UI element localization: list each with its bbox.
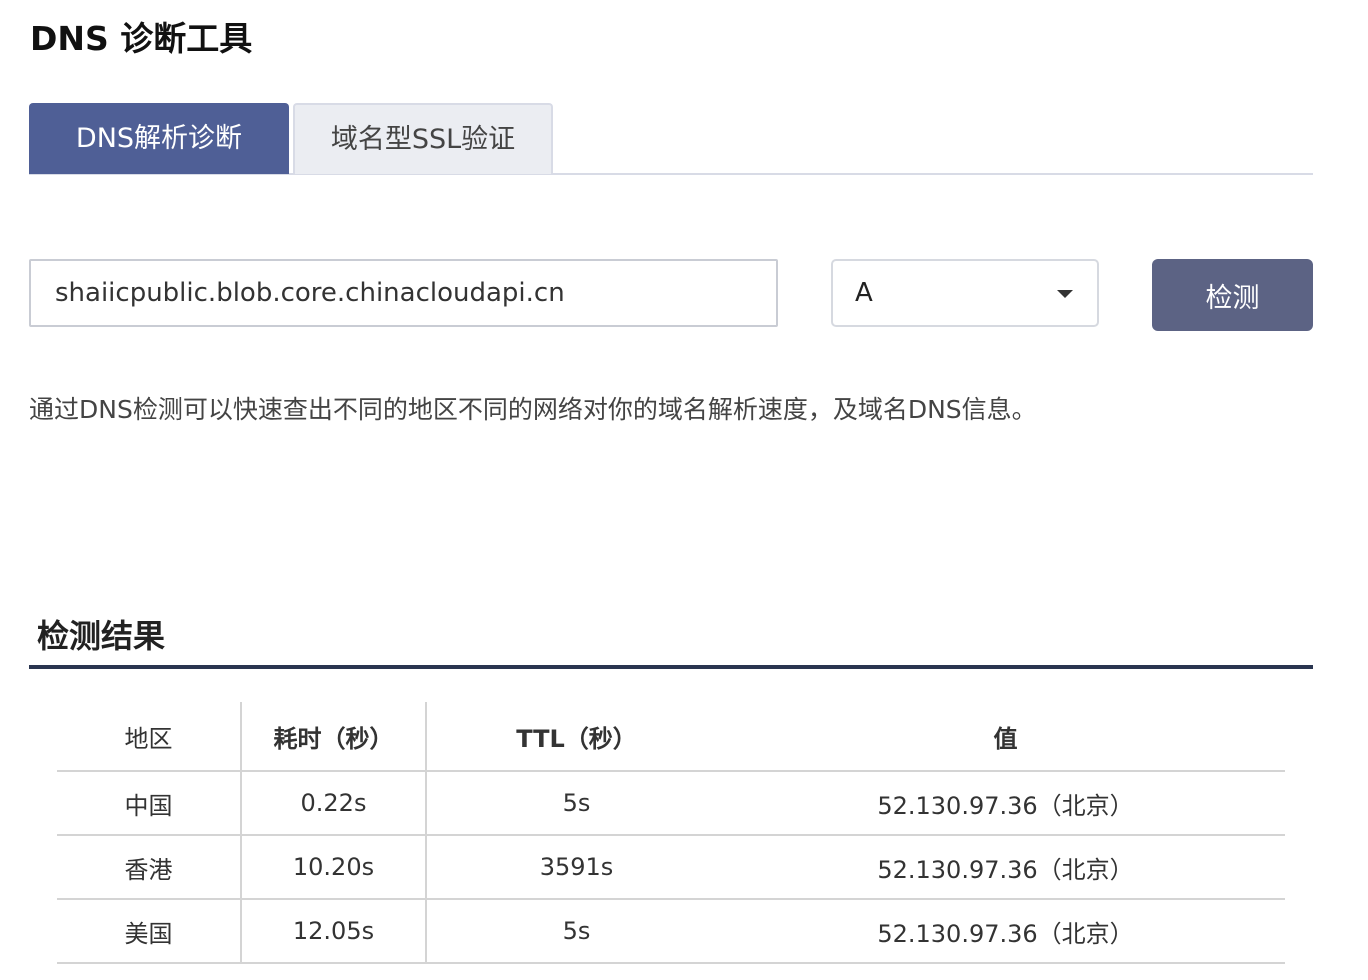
domain-input[interactable] bbox=[29, 259, 778, 327]
cell-time: 12.05s bbox=[241, 899, 427, 964]
column-header-region: 地区 bbox=[57, 702, 242, 772]
description-text: 通过DNS检测可以快速查出不同的地区不同的网络对你的域名解析速度，及域名DNS信… bbox=[29, 395, 1037, 424]
results-title: 检测结果 bbox=[37, 617, 166, 655]
check-button[interactable]: 检测 bbox=[1152, 259, 1313, 331]
cell-ttl: 5s bbox=[426, 899, 726, 964]
cell-region: 香港 bbox=[57, 835, 242, 900]
cell-ttl: 5s bbox=[426, 771, 726, 836]
tab-dns-diagnosis[interactable]: DNS解析诊断 bbox=[29, 103, 289, 174]
table-row: 美国 12.05s 5s 52.130.97.36（北京） bbox=[57, 899, 1285, 964]
cell-region: 中国 bbox=[57, 771, 242, 836]
tab-ssl-validation[interactable]: 域名型SSL验证 bbox=[293, 103, 553, 174]
cell-time: 10.20s bbox=[241, 835, 427, 900]
cell-time: 0.22s bbox=[241, 771, 427, 836]
results-table: 地区 耗时（秒） TTL（秒） 值 中国 0.22s 5s 52.130.97.… bbox=[57, 702, 1285, 964]
cell-value: 52.130.97.36（北京） bbox=[726, 835, 1285, 900]
record-type-value: A bbox=[855, 278, 873, 308]
cell-region: 美国 bbox=[57, 899, 242, 964]
record-type-select[interactable]: A bbox=[831, 259, 1099, 327]
column-header-value: 值 bbox=[726, 702, 1285, 772]
cell-value: 52.130.97.36（北京） bbox=[726, 899, 1285, 964]
table-header-row: 地区 耗时（秒） TTL（秒） 值 bbox=[57, 702, 1285, 772]
caret-down-icon bbox=[1057, 290, 1073, 298]
table-row: 香港 10.20s 3591s 52.130.97.36（北京） bbox=[57, 835, 1285, 900]
cell-value: 52.130.97.36（北京） bbox=[726, 771, 1285, 836]
results-divider bbox=[29, 665, 1313, 669]
column-header-time: 耗时（秒） bbox=[241, 702, 427, 772]
tab-bar: DNS解析诊断 域名型SSL验证 bbox=[29, 103, 1313, 175]
page-title: DNS 诊断工具 bbox=[30, 19, 253, 58]
column-header-ttl: TTL（秒） bbox=[426, 702, 726, 772]
cell-ttl: 3591s bbox=[426, 835, 726, 900]
table-row: 中国 0.22s 5s 52.130.97.36（北京） bbox=[57, 771, 1285, 836]
